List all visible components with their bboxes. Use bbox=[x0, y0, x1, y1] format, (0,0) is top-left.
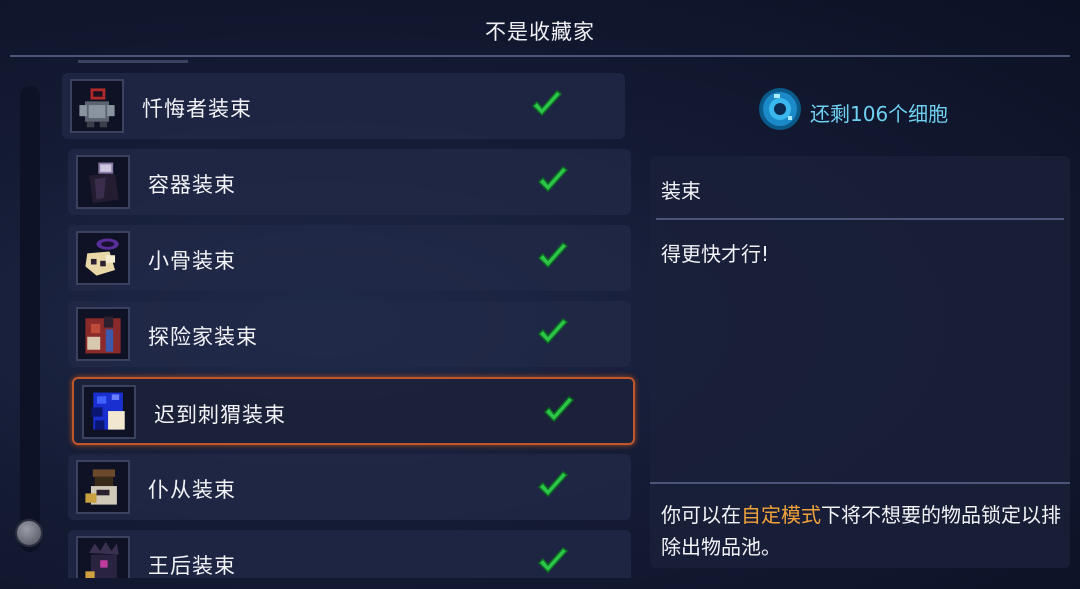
list-item-label: 小骨装束 bbox=[148, 249, 236, 273]
list-item-label: 探险家装束 bbox=[148, 325, 258, 349]
list-item[interactable]: 容器装束 bbox=[68, 149, 631, 215]
explorer-outfit-icon bbox=[76, 307, 130, 361]
list-item[interactable]: 王后装束 bbox=[68, 530, 631, 578]
scrollbar-track[interactable] bbox=[20, 86, 40, 552]
detail-bottom-divider bbox=[650, 482, 1070, 484]
late-hedgehog-outfit-icon bbox=[82, 385, 136, 439]
detail-panel: 装束 得更快才行! 你可以在自定模式下将不想要的物品锁定以排除出物品池。 bbox=[650, 156, 1070, 568]
list-item[interactable]: 探险家装束 bbox=[68, 301, 631, 367]
list-item[interactable]: 忏悔者装束 bbox=[62, 73, 625, 139]
queen-outfit-icon bbox=[76, 536, 130, 578]
list-item[interactable]: 小骨装束 bbox=[68, 225, 631, 291]
outfit-list: 忏悔者装束 容器装束 小骨装束 探险家装束 迟到刺猬装束 仆从装束 王后装束 bbox=[60, 60, 640, 578]
check-icon bbox=[537, 241, 569, 269]
detail-category: 装束 bbox=[661, 179, 701, 203]
penitent-outfit-icon bbox=[70, 79, 124, 133]
list-top-edge bbox=[78, 60, 188, 63]
list-item-selected[interactable]: 迟到刺猬装束 bbox=[72, 377, 635, 445]
page-title: 不是收藏家 bbox=[485, 20, 595, 44]
cells-remaining-text: 还剩106个细胞 bbox=[810, 102, 949, 126]
vessel-outfit-icon bbox=[76, 155, 130, 209]
list-item-label: 迟到刺猬装束 bbox=[154, 403, 286, 427]
list-item[interactable]: 仆从装束 bbox=[68, 454, 631, 520]
header: 不是收藏家 bbox=[0, 0, 1080, 57]
cell-icon bbox=[759, 88, 801, 130]
scrollbar-thumb[interactable] bbox=[15, 519, 43, 547]
check-icon bbox=[537, 546, 569, 574]
detail-divider bbox=[656, 218, 1064, 220]
check-icon bbox=[531, 89, 563, 117]
check-icon bbox=[537, 470, 569, 498]
custom-mode-link: 自定模式 bbox=[741, 503, 821, 527]
check-icon bbox=[537, 317, 569, 345]
check-icon bbox=[537, 165, 569, 193]
detail-note: 你可以在自定模式下将不想要的物品锁定以排除出物品池。 bbox=[661, 499, 1061, 563]
check-icon bbox=[543, 395, 575, 423]
detail-description: 得更快才行! bbox=[661, 242, 770, 266]
list-item-label: 王后装束 bbox=[148, 554, 236, 578]
header-divider bbox=[10, 55, 1070, 57]
little-bone-outfit-icon bbox=[76, 231, 130, 285]
list-item-label: 仆从装束 bbox=[148, 478, 236, 502]
list-item-label: 容器装束 bbox=[148, 173, 236, 197]
list-item-label: 忏悔者装束 bbox=[142, 97, 252, 121]
note-prefix: 你可以在 bbox=[661, 503, 741, 527]
servant-outfit-icon bbox=[76, 460, 130, 514]
